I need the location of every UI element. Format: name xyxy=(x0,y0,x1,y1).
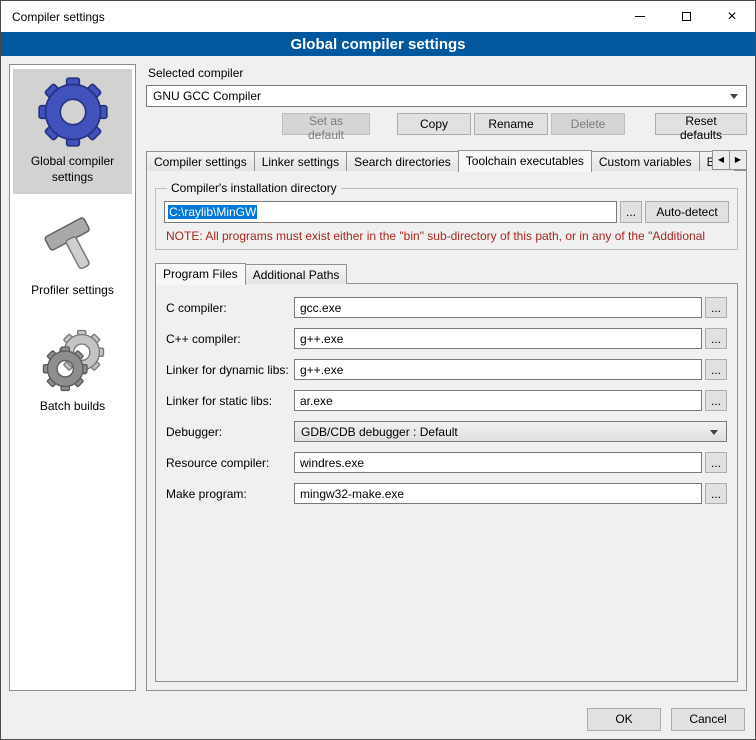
install-dir-selected-text: C:\raylib\MinGW xyxy=(168,205,257,219)
make-program-label: Make program: xyxy=(166,487,294,501)
browse-static-linker-button[interactable]: ... xyxy=(705,390,727,411)
field-row-debugger: Debugger: GDB/CDB debugger : Default xyxy=(166,421,727,442)
compiler-actions: Set as default Copy Rename Delete Reset … xyxy=(146,113,747,135)
field-row-resource-compiler: Resource compiler: ... xyxy=(166,452,727,473)
program-files-page: C compiler: ... C++ compiler: ... Linker… xyxy=(155,283,738,682)
set-as-default-button[interactable]: Set as default xyxy=(282,113,370,135)
make-program-input[interactable] xyxy=(294,483,702,504)
close-icon: × xyxy=(727,9,736,25)
subtab-additional-paths[interactable]: Additional Paths xyxy=(245,264,348,284)
sidebar-item-label: Global compiler settings xyxy=(15,154,130,185)
field-row-static-linker: Linker for static libs: ... xyxy=(166,390,727,411)
browse-make-program-button[interactable]: ... xyxy=(705,483,727,504)
resource-compiler-label: Resource compiler: xyxy=(166,456,294,470)
c-compiler-input[interactable] xyxy=(294,297,702,318)
tab-toolchain-executables[interactable]: Toolchain executables xyxy=(458,150,592,172)
tab-scroll-controls: ◀ ▶ xyxy=(712,150,747,170)
static-linker-input[interactable] xyxy=(294,390,702,411)
program-files-tabstrip: Program Files Additional Paths xyxy=(155,262,738,284)
subtab-program-files[interactable]: Program Files xyxy=(155,263,246,285)
install-dir-input[interactable]: C:\raylib\MinGW xyxy=(164,201,617,223)
field-row-make-program: Make program: ... xyxy=(166,483,727,504)
tab-compiler-settings[interactable]: Compiler settings xyxy=(146,151,255,171)
browse-resource-compiler-button[interactable]: ... xyxy=(705,452,727,473)
compiler-select[interactable]: GNU GCC Compiler xyxy=(146,85,747,107)
installation-directory-group-title: Compiler's installation directory xyxy=(167,181,341,195)
ok-button[interactable]: OK xyxy=(587,708,661,731)
c-compiler-label: C compiler: xyxy=(166,301,294,315)
hammer-icon xyxy=(41,213,105,277)
copy-button[interactable]: Copy xyxy=(397,113,471,135)
minimize-icon xyxy=(635,16,645,17)
cancel-button[interactable]: Cancel xyxy=(671,708,745,731)
window-controls: × xyxy=(617,1,755,32)
static-linker-label: Linker for static libs: xyxy=(166,394,294,408)
installation-directory-group: Compiler's installation directory C:\ray… xyxy=(155,181,738,250)
debugger-select[interactable]: GDB/CDB debugger : Default xyxy=(294,421,727,442)
sidebar-item-global-compiler-settings[interactable]: Global compiler settings xyxy=(13,69,132,194)
debugger-select-value: GDB/CDB debugger : Default xyxy=(301,425,458,439)
compiler-select-value: GNU GCC Compiler xyxy=(153,89,261,103)
main-panel: Selected compiler GNU GCC Compiler Set a… xyxy=(146,64,747,691)
toolchain-executables-page: Compiler's installation directory C:\ray… xyxy=(146,170,747,691)
browse-c-compiler-button[interactable]: ... xyxy=(705,297,727,318)
browse-cpp-compiler-button[interactable]: ... xyxy=(705,328,727,349)
dynamic-linker-input[interactable] xyxy=(294,359,702,380)
sidebar-item-label: Batch builds xyxy=(15,399,130,415)
field-row-dynamic-linker: Linker for dynamic libs: ... xyxy=(166,359,727,380)
cpp-compiler-input[interactable] xyxy=(294,328,702,349)
field-row-cpp-compiler: C++ compiler: ... xyxy=(166,328,727,349)
rename-button[interactable]: Rename xyxy=(474,113,548,135)
chevron-down-icon xyxy=(730,94,738,99)
reset-defaults-button[interactable]: Reset defaults xyxy=(655,113,747,135)
gear-icon xyxy=(37,76,109,148)
titlebar: Compiler settings × xyxy=(1,1,755,32)
dynamic-linker-label: Linker for dynamic libs: xyxy=(166,363,294,377)
delete-button[interactable]: Delete xyxy=(551,113,625,135)
dialog-header: Global compiler settings xyxy=(1,32,755,56)
maximize-button[interactable] xyxy=(663,1,709,32)
dialog-content: Global compiler settings Profiler settin… xyxy=(1,56,755,699)
sidebar-item-profiler-settings[interactable]: Profiler settings xyxy=(13,206,132,308)
field-row-c-compiler: C compiler: ... xyxy=(166,297,727,318)
tab-scroll-right-button[interactable]: ▶ xyxy=(729,150,747,170)
window-title: Compiler settings xyxy=(1,10,105,24)
left-arrow-icon: ◀ xyxy=(718,156,724,164)
auto-detect-button[interactable]: Auto-detect xyxy=(645,201,729,223)
tab-scroll-left-button[interactable]: ◀ xyxy=(712,150,730,170)
tab-linker-settings[interactable]: Linker settings xyxy=(254,151,347,171)
settings-category-list: Global compiler settings Profiler settin… xyxy=(9,64,136,691)
cpp-compiler-label: C++ compiler: xyxy=(166,332,294,346)
compiler-settings-dialog: Compiler settings × Global compiler sett… xyxy=(0,0,756,740)
installation-directory-row: C:\raylib\MinGW ... Auto-detect xyxy=(164,201,729,223)
tab-custom-variables[interactable]: Custom variables xyxy=(591,151,700,171)
debugger-label: Debugger: xyxy=(166,425,294,439)
tab-search-directories[interactable]: Search directories xyxy=(346,151,459,171)
gears-icon xyxy=(40,327,106,393)
settings-tabstrip: Compiler settings Linker settings Search… xyxy=(146,149,747,171)
install-dir-note: NOTE: All programs must exist either in … xyxy=(166,229,727,243)
resource-compiler-input[interactable] xyxy=(294,452,702,473)
maximize-icon xyxy=(682,12,691,21)
close-button[interactable]: × xyxy=(709,1,755,32)
right-arrow-icon: ▶ xyxy=(735,156,741,164)
minimize-button[interactable] xyxy=(617,1,663,32)
browse-install-dir-button[interactable]: ... xyxy=(620,201,642,223)
sidebar-item-label: Profiler settings xyxy=(15,283,130,299)
chevron-down-icon xyxy=(710,430,718,435)
browse-dynamic-linker-button[interactable]: ... xyxy=(705,359,727,380)
selected-compiler-label: Selected compiler xyxy=(148,66,747,80)
sidebar-item-batch-builds[interactable]: Batch builds xyxy=(13,320,132,424)
dialog-footer: OK Cancel xyxy=(1,699,755,739)
